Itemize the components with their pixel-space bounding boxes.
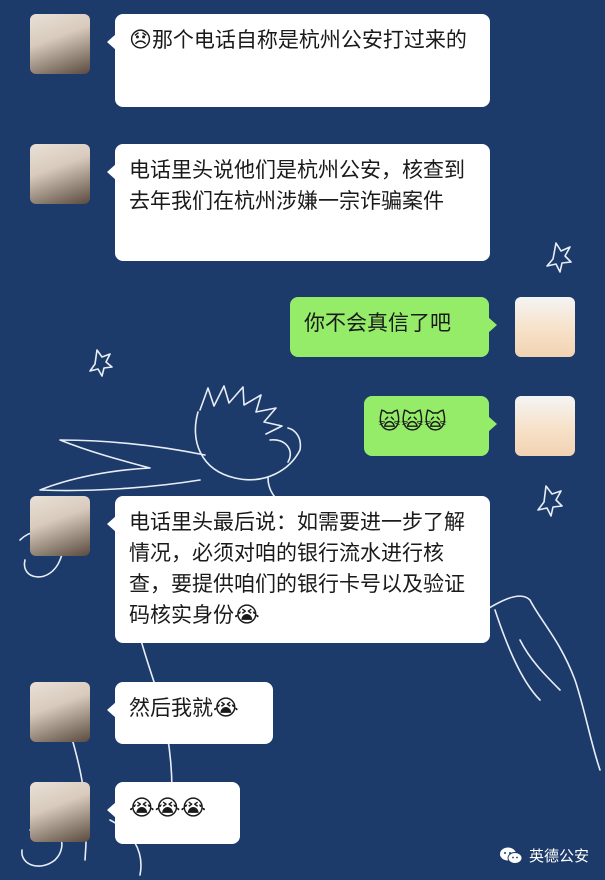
contact-avatar[interactable] <box>30 14 90 74</box>
crying-face-emoji: 😭 <box>213 696 239 721</box>
crying-face-emoji: 😭 <box>234 603 260 628</box>
message-text: 你不会真信了吧 <box>304 311 451 335</box>
sad-face-emoji: 😞 <box>129 28 152 53</box>
message-text: 然后我就 <box>129 696 213 720</box>
watermark-text: 英德公安 <box>528 847 589 865</box>
message-bubble[interactable]: 😭😭😭 <box>107 782 240 844</box>
shocked-emoji-group: 🙀🙀🙀 <box>378 410 447 435</box>
message-bubble[interactable]: 🙀🙀🙀 <box>364 396 497 456</box>
message-bubble[interactable]: 电话里头说他们是杭州公安，核查到去年我们在杭州涉嫌一宗诈骗案件 <box>107 144 490 261</box>
message-text: 那个电话自称是杭州公安打过来的 <box>151 28 467 52</box>
message-bubble[interactable]: 电话里头最后说：如需要进一步了解情况，必须对咱的银行流水进行核查，要提供咱们的银… <box>107 496 490 643</box>
message-text: 电话里头最后说：如需要进一步了解情况，必须对咱的银行流水进行核查，要提供咱们的银… <box>129 510 465 627</box>
contact-avatar[interactable] <box>30 144 90 204</box>
watermark: 英德公安 <box>499 845 589 866</box>
message-text: 电话里头说他们是杭州公安，核查到去年我们在杭州涉嫌一宗诈骗案件 <box>129 158 465 213</box>
message-bubble[interactable]: 你不会真信了吧 <box>290 297 497 357</box>
user-avatar[interactable] <box>515 396 575 456</box>
contact-avatar[interactable] <box>30 782 90 842</box>
contact-avatar[interactable] <box>30 496 90 556</box>
crying-emoji-group: 😭😭😭 <box>129 796 207 821</box>
wechat-icon <box>499 847 523 864</box>
user-avatar[interactable] <box>515 297 575 357</box>
message-bubble[interactable]: 然后我就😭 <box>107 682 273 744</box>
message-bubble[interactable]: 😞那个电话自称是杭州公安打过来的 <box>107 14 490 107</box>
contact-avatar[interactable] <box>30 682 90 742</box>
